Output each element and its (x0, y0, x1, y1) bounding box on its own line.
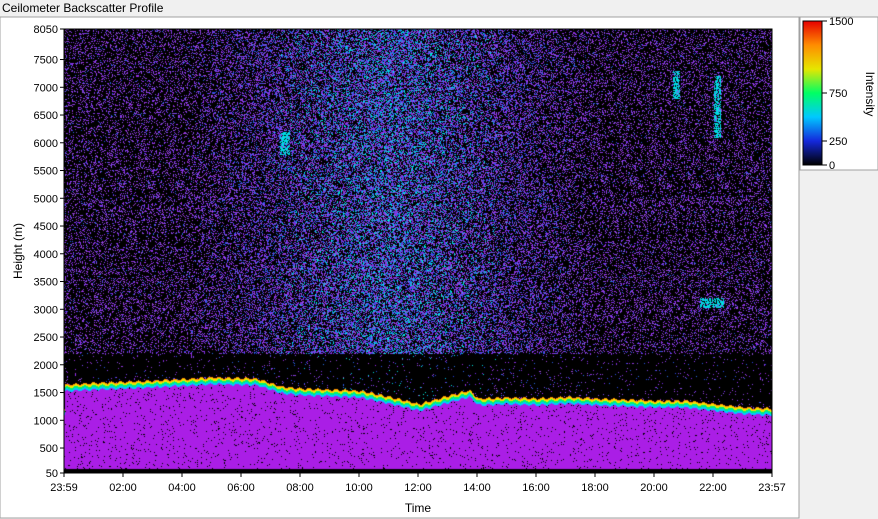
x-tick-label: 18:00 (581, 482, 609, 494)
y-tick-label: 6500 (34, 110, 58, 122)
x-tick-label: 23:59 (50, 482, 78, 494)
x-tick-label: 22:00 (699, 482, 727, 494)
colorbar-tick-label: 750 (829, 88, 847, 100)
x-tick-label: 20:00 (640, 482, 668, 494)
colorbar: 0 250 750 1500 Intensity (799, 16, 878, 172)
y-tick-label: 5000 (34, 193, 58, 205)
backscatter-heatmap (64, 29, 772, 473)
x-tick-label: 16:00 (522, 482, 550, 494)
colorbar-label: Intensity (863, 72, 877, 117)
y-axis-label: Height (m) (11, 223, 25, 279)
colorbar-tick-label: 1500 (829, 16, 853, 28)
x-tick-label: 12:00 (404, 482, 432, 494)
y-tick-label: 500 (40, 443, 58, 455)
y-tick-label: 7500 (34, 55, 58, 67)
x-tick-label: 06:00 (227, 482, 255, 494)
y-tick-label: 2500 (34, 332, 58, 344)
x-tick-label: 14:00 (463, 482, 491, 494)
colorbar-tick-label: 250 (829, 136, 847, 148)
y-tick-label: 1000 (34, 415, 58, 427)
y-tick-label: 2000 (34, 360, 58, 372)
chart-figure: 5050010001500200025003000350040004500500… (0, 16, 878, 519)
y-tick-label: 4500 (34, 221, 58, 233)
x-tick-label: 23:57 (758, 482, 786, 494)
y-tick-label: 50 (46, 468, 58, 480)
colorbar-gradient (802, 20, 823, 166)
x-tick-label: 02:00 (109, 482, 137, 494)
y-tick-label: 8050 (34, 24, 58, 36)
colorbar-tick-label: 0 (829, 160, 835, 172)
x-axis-label: Time (405, 501, 432, 515)
y-tick-label: 5500 (34, 166, 58, 178)
x-tick-label: 04:00 (168, 482, 196, 494)
y-tick-label: 3500 (34, 277, 58, 289)
x-tick-label: 08:00 (286, 482, 314, 494)
y-tick-label: 7000 (34, 82, 58, 94)
y-tick-label: 6000 (34, 138, 58, 150)
y-tick-label: 1500 (34, 388, 58, 400)
y-tick-label: 4000 (34, 249, 58, 261)
x-tick-label: 10:00 (345, 482, 373, 494)
y-tick-label: 3000 (34, 304, 58, 316)
